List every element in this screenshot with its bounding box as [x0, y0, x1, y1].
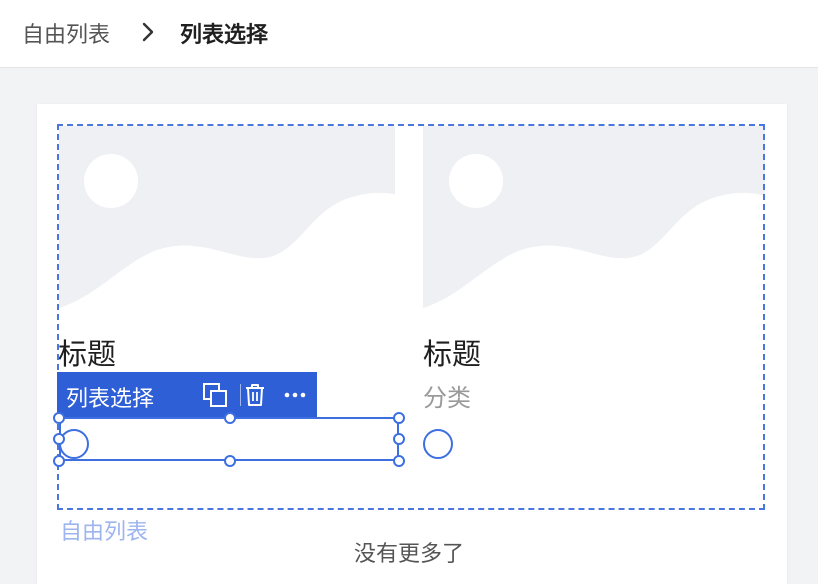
resize-handle[interactable] [224, 412, 236, 424]
toolbar-label: 列表选择 [66, 387, 155, 412]
resize-handle[interactable] [393, 433, 405, 445]
breadcrumb-root[interactable]: 自由列表 [22, 17, 110, 49]
copy-icon[interactable] [202, 382, 228, 408]
resize-handle[interactable] [53, 455, 65, 467]
resize-handle[interactable] [53, 412, 65, 424]
no-more-text: 没有更多了 [353, 542, 464, 567]
breadcrumb-current: 列表选择 [180, 23, 269, 48]
trash-icon[interactable] [242, 382, 268, 408]
resize-handle[interactable] [393, 412, 405, 424]
more-icon[interactable] [282, 382, 308, 408]
component-toolbar: 列表选择 [57, 372, 317, 417]
resize-handle[interactable] [224, 455, 236, 467]
toolbar-divider [240, 384, 241, 406]
top-bar: 自由列表 列表选择 [0, 0, 818, 68]
resize-handle[interactable] [393, 455, 405, 467]
resize-handle[interactable] [53, 433, 65, 445]
chevron-right-icon [142, 22, 154, 42]
